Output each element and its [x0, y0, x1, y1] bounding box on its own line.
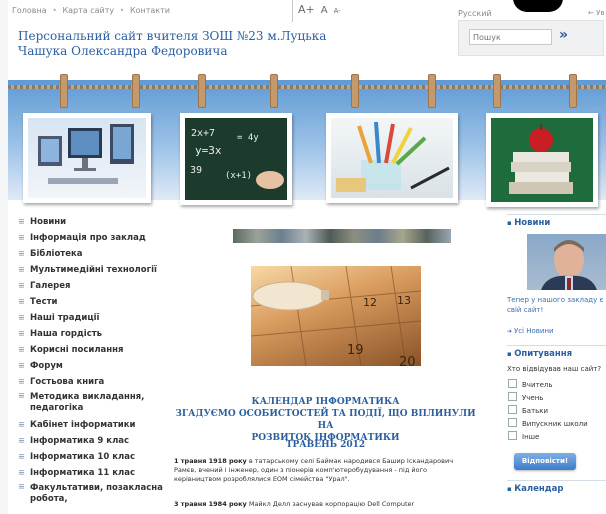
clothespin	[569, 74, 577, 108]
nav-sitemap-link[interactable]: Карта сайту	[62, 6, 114, 15]
svg-text:y=3x: y=3x	[195, 144, 222, 157]
menu-item-news[interactable]: Новини	[16, 214, 166, 230]
poll-option-label: Батьки	[522, 407, 549, 415]
news-text-link[interactable]: Тепер у нашого закладу є свій сайт!	[507, 295, 606, 315]
language-switch[interactable]: Русский	[458, 9, 492, 18]
cropped-overlay	[513, 0, 563, 12]
calendar-heading: Календар	[507, 480, 606, 494]
clothespin	[270, 74, 278, 108]
font-size-controls: A+ A A-	[298, 3, 347, 16]
site-title-line1: Персональний сайт вчителя ЗОШ №23 м.Луць…	[18, 29, 327, 43]
checkbox[interactable]	[508, 431, 517, 440]
article-paragraph-1: 1 травня 1918 року в татарському селі Ба…	[174, 457, 474, 484]
news-widget-heading: Новини	[507, 214, 606, 228]
poll-options: Вчитель Учень Батьки Випускник школи Інш…	[507, 379, 606, 444]
article-title-line1: КАЛЕНДАР ІНФОРМАТИКА	[251, 397, 400, 407]
banner-photo-pencils	[326, 113, 458, 203]
menu-item-forum[interactable]: Форум	[16, 358, 166, 374]
menu-item-pride[interactable]: Наша гордість	[16, 326, 166, 342]
poll-option-label: Інше	[522, 433, 540, 441]
menu-item-guestbook[interactable]: Гостьова книга	[16, 374, 166, 390]
checkbox[interactable]	[508, 418, 517, 427]
divider	[292, 0, 293, 22]
search-button[interactable]: »	[559, 27, 568, 43]
poll-option-label: Учень	[522, 394, 544, 402]
svg-text:19: 19	[347, 343, 364, 358]
svg-text:13: 13	[397, 294, 411, 307]
menu-item-informatics-10[interactable]: Інформатика 10 клас	[16, 449, 166, 465]
clothespin	[198, 74, 206, 108]
page: Головна • Карта сайту • Контакти A+ A A- Р…	[8, 0, 606, 514]
svg-text:= 4y: = 4y	[237, 133, 259, 143]
all-news-link[interactable]: Усі Новини	[507, 327, 606, 335]
menu-item-traditions[interactable]: Наші традиції	[16, 310, 166, 326]
article-title[interactable]: КАЛЕНДАР ІНФОРМАТИКА ЗГАДУЄМО ОСОБИСТОСТ…	[173, 396, 478, 444]
clothespin	[493, 74, 501, 108]
svg-text:39: 39	[190, 165, 202, 176]
menu-item-electives[interactable]: Факультативи, позакласна робота,	[16, 481, 166, 508]
svg-text:12: 12	[363, 296, 377, 309]
font-increase-button[interactable]: A+	[298, 3, 315, 16]
menu-item-informatics-11[interactable]: Інформатика 11 клас	[16, 465, 166, 481]
menu-item-multimedia[interactable]: Мультимедійні технології	[16, 262, 166, 278]
checkbox[interactable]	[508, 405, 517, 414]
paragraph-date: 3 травня 1984 року	[174, 500, 247, 508]
menu-item-informatics-9[interactable]: Інформатика 9 клас	[16, 433, 166, 449]
checkbox[interactable]	[508, 379, 517, 388]
clothespin	[351, 74, 359, 108]
poll-question: Хто відвідував наш сайт?	[507, 365, 602, 373]
poll-option-label: Випускник школи	[522, 420, 588, 428]
nav-separator: •	[52, 6, 57, 15]
font-decrease-button[interactable]: A-	[334, 7, 341, 15]
menu-item-methodology[interactable]: Методика викладання, педагогіка	[16, 390, 166, 417]
calendar-feature-image: 12 13 19 20	[251, 266, 421, 366]
menu-item-about[interactable]: Інформація про заклад	[16, 230, 166, 246]
site-title[interactable]: Персональний сайт вчителя ЗОШ №23 м.Луць…	[18, 29, 348, 59]
thumbnail-strip[interactable]	[233, 229, 451, 243]
right-sidebar: Новини Тепер у нашого закладу є свій сай…	[507, 214, 606, 494]
clothespin	[132, 74, 140, 108]
menu-item-library[interactable]: Бібліотека	[16, 246, 166, 262]
poll-option-label: Вчитель	[522, 381, 553, 389]
banner-photo-chalkboard: 2x+7 y=3x 39 (x+1) = 4y	[180, 113, 292, 205]
banner-photo-computers	[23, 113, 151, 203]
nav-home-link[interactable]: Головна	[12, 6, 47, 15]
search-panel: »	[458, 20, 604, 56]
poll-option[interactable]: Учень	[507, 392, 606, 405]
banner-photo-books	[486, 113, 598, 207]
poll-option[interactable]: Випускник школи	[507, 418, 606, 431]
menu-item-gallery[interactable]: Галерея	[16, 278, 166, 294]
paragraph-date: 1 травня 1918 року	[174, 457, 247, 465]
svg-text:20: 20	[399, 355, 416, 366]
poll-heading: Опитування	[507, 345, 606, 359]
sidebar-menu: Новини Інформація про заклад Бібліотека …	[16, 214, 166, 508]
vote-button[interactable]: Відповісти!	[514, 453, 576, 470]
search-input[interactable]	[469, 29, 552, 45]
clothespin	[60, 74, 68, 108]
banner-rope	[8, 85, 606, 89]
site-title-line2: Чашука Олександра Федоровича	[18, 44, 228, 58]
article-date: ТРАВЕНЬ 2012	[285, 440, 366, 450]
nav-separator: •	[119, 6, 125, 15]
poll-option[interactable]: Вчитель	[507, 379, 606, 392]
clothespin	[428, 74, 436, 108]
nav-contacts-link[interactable]: Контакти	[130, 6, 170, 15]
menu-item-computer-lab[interactable]: Кабінет інформатики	[16, 417, 166, 433]
top-navigation: Головна • Карта сайту • Контакти	[12, 6, 173, 15]
checkbox[interactable]	[508, 392, 517, 401]
poll-option[interactable]: Інше	[507, 431, 606, 444]
login-link[interactable]: ← Ув	[588, 9, 604, 17]
font-normal-button[interactable]: A	[321, 5, 328, 16]
article-paragraph-2: 3 травня 1984 року Майкл Делл заснував к…	[174, 500, 474, 509]
svg-text:2x+7: 2x+7	[191, 128, 215, 139]
news-photo[interactable]	[527, 234, 606, 290]
svg-text:(x+1): (x+1)	[225, 171, 252, 181]
menu-item-tests[interactable]: Тести	[16, 294, 166, 310]
paragraph-text: Майкл Делл заснував корпорацію Dell Comp…	[246, 500, 415, 508]
menu-item-links[interactable]: Корисні посилання	[16, 342, 166, 358]
article-title-line2: ЗГАДУЄМО ОСОБИСТОСТЕЙ ТА ПОДІЇ, ЩО ВПЛИН…	[175, 409, 476, 431]
poll-option[interactable]: Батьки	[507, 405, 606, 418]
